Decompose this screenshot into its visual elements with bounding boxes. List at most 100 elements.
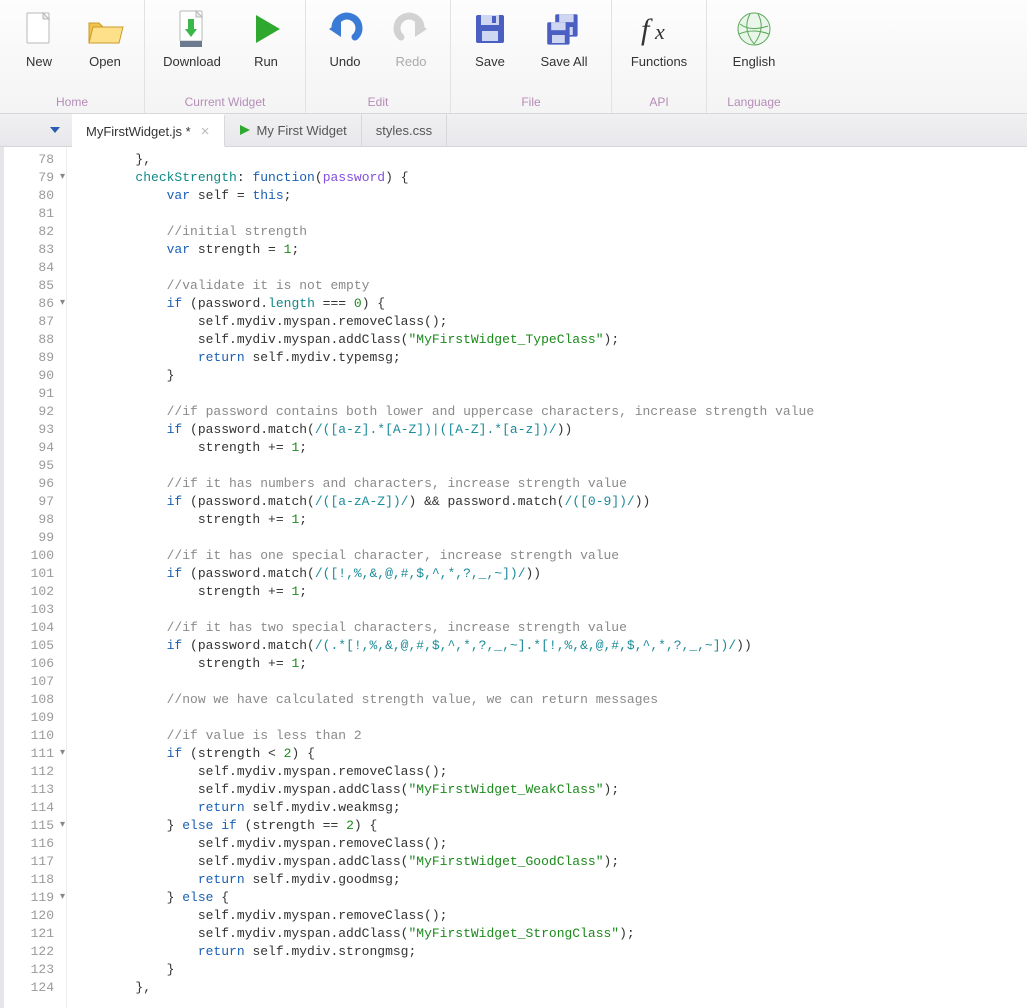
functions-button[interactable]: fxFunctions [618, 4, 700, 69]
save-button[interactable]: Save [457, 4, 523, 69]
code-line[interactable] [73, 457, 1027, 475]
code-line[interactable] [73, 529, 1027, 547]
code-line[interactable] [73, 601, 1027, 619]
code-line[interactable]: } [73, 961, 1027, 979]
line-number[interactable]: 99 [4, 529, 66, 547]
line-number[interactable]: 117 [4, 853, 66, 871]
line-number[interactable]: 78 [4, 151, 66, 169]
code-line[interactable]: var strength = 1; [73, 241, 1027, 259]
code-line[interactable]: if (password.match(/([a-z].*[A-Z])|([A-Z… [73, 421, 1027, 439]
line-number[interactable]: 94 [4, 439, 66, 457]
code-line[interactable]: //initial strength [73, 223, 1027, 241]
line-number[interactable]: 113 [4, 781, 66, 799]
code-line[interactable]: if (strength < 2) { [73, 745, 1027, 763]
line-number[interactable]: 79 [4, 169, 66, 187]
line-number[interactable]: 86 [4, 295, 66, 313]
code-line[interactable]: strength += 1; [73, 655, 1027, 673]
line-number[interactable]: 116 [4, 835, 66, 853]
line-number[interactable]: 80 [4, 187, 66, 205]
code-line[interactable]: return self.mydiv.goodmsg; [73, 871, 1027, 889]
english-button[interactable]: English [713, 4, 795, 69]
code-line[interactable]: //if password contains both lower and up… [73, 403, 1027, 421]
line-number[interactable]: 82 [4, 223, 66, 241]
code-line[interactable]: } else if (strength == 2) { [73, 817, 1027, 835]
line-number[interactable]: 123 [4, 961, 66, 979]
line-number[interactable]: 124 [4, 979, 66, 997]
line-number[interactable]: 121 [4, 925, 66, 943]
line-number[interactable]: 95 [4, 457, 66, 475]
line-number[interactable]: 88 [4, 331, 66, 349]
code-line[interactable]: //if it has numbers and characters, incr… [73, 475, 1027, 493]
code-line[interactable]: self.mydiv.myspan.addClass("MyFirstWidge… [73, 781, 1027, 799]
line-number[interactable]: 96 [4, 475, 66, 493]
new-button[interactable]: New [6, 4, 72, 69]
code-line[interactable]: //if it has two special characters, incr… [73, 619, 1027, 637]
close-icon[interactable]: × [201, 123, 210, 140]
code-line[interactable] [73, 709, 1027, 727]
code-line[interactable]: //if it has one special character, incre… [73, 547, 1027, 565]
line-number[interactable]: 111 [4, 745, 66, 763]
line-number[interactable]: 104 [4, 619, 66, 637]
code-line[interactable]: }, [73, 979, 1027, 997]
code-line[interactable]: strength += 1; [73, 511, 1027, 529]
code-line[interactable]: self.mydiv.myspan.removeClass(); [73, 907, 1027, 925]
line-number[interactable]: 97 [4, 493, 66, 511]
run-button[interactable]: Run [233, 4, 299, 69]
code-line[interactable]: } [73, 367, 1027, 385]
code-line[interactable]: if (password.match(/([a-zA-Z])/) && pass… [73, 493, 1027, 511]
line-number[interactable]: 118 [4, 871, 66, 889]
code-line[interactable]: strength += 1; [73, 439, 1027, 457]
line-number[interactable]: 93 [4, 421, 66, 439]
code-line[interactable]: return self.mydiv.typemsg; [73, 349, 1027, 367]
line-number[interactable]: 87 [4, 313, 66, 331]
line-number[interactable]: 89 [4, 349, 66, 367]
line-number[interactable]: 110 [4, 727, 66, 745]
code-line[interactable]: //now we have calculated strength value,… [73, 691, 1027, 709]
line-number[interactable]: 107 [4, 673, 66, 691]
code-line[interactable]: //validate it is not empty [73, 277, 1027, 295]
line-number[interactable]: 122 [4, 943, 66, 961]
line-number[interactable]: 105 [4, 637, 66, 655]
code-line[interactable]: if (password.match(/(.*[!,%,&,@,#,$,^,*,… [73, 637, 1027, 655]
line-number[interactable]: 90 [4, 367, 66, 385]
line-number[interactable]: 114 [4, 799, 66, 817]
code-line[interactable]: return self.mydiv.weakmsg; [73, 799, 1027, 817]
line-number[interactable]: 83 [4, 241, 66, 259]
code-line[interactable]: } else { [73, 889, 1027, 907]
line-number[interactable]: 91 [4, 385, 66, 403]
open-button[interactable]: Open [72, 4, 138, 69]
code-area[interactable]: }, checkStrength: function(password) { v… [67, 147, 1027, 1008]
line-gutter[interactable]: 7879808182838485868788899091929394959697… [4, 147, 67, 1008]
tab-dropdown[interactable] [0, 114, 72, 146]
code-line[interactable]: self.mydiv.myspan.removeClass(); [73, 835, 1027, 853]
line-number[interactable]: 92 [4, 403, 66, 421]
code-line[interactable]: self.mydiv.myspan.removeClass(); [73, 763, 1027, 781]
code-line[interactable]: if (password.match(/([!,%,&,@,#,$,^,*,?,… [73, 565, 1027, 583]
tab-styles-css[interactable]: styles.css [362, 114, 447, 146]
code-line[interactable]: return self.mydiv.strongmsg; [73, 943, 1027, 961]
code-line[interactable]: //if value is less than 2 [73, 727, 1027, 745]
code-line[interactable]: self.mydiv.myspan.removeClass(); [73, 313, 1027, 331]
redo-button[interactable]: Redo [378, 4, 444, 69]
line-number[interactable]: 108 [4, 691, 66, 709]
line-number[interactable]: 81 [4, 205, 66, 223]
code-line[interactable]: self.mydiv.myspan.addClass("MyFirstWidge… [73, 331, 1027, 349]
code-line[interactable]: if (password.length === 0) { [73, 295, 1027, 313]
line-number[interactable]: 85 [4, 277, 66, 295]
line-number[interactable]: 115 [4, 817, 66, 835]
code-line[interactable]: var self = this; [73, 187, 1027, 205]
undo-button[interactable]: Undo [312, 4, 378, 69]
line-number[interactable]: 112 [4, 763, 66, 781]
code-line[interactable]: self.mydiv.myspan.addClass("MyFirstWidge… [73, 925, 1027, 943]
line-number[interactable]: 119 [4, 889, 66, 907]
code-line[interactable]: }, [73, 151, 1027, 169]
code-line[interactable] [73, 205, 1027, 223]
line-number[interactable]: 101 [4, 565, 66, 583]
line-number[interactable]: 106 [4, 655, 66, 673]
tab-myfirstwidget-js-[interactable]: MyFirstWidget.js *× [72, 114, 225, 147]
code-line[interactable] [73, 259, 1027, 277]
saveall-button[interactable]: Save All [523, 4, 605, 69]
code-line[interactable]: strength += 1; [73, 583, 1027, 601]
code-line[interactable]: checkStrength: function(password) { [73, 169, 1027, 187]
line-number[interactable]: 84 [4, 259, 66, 277]
